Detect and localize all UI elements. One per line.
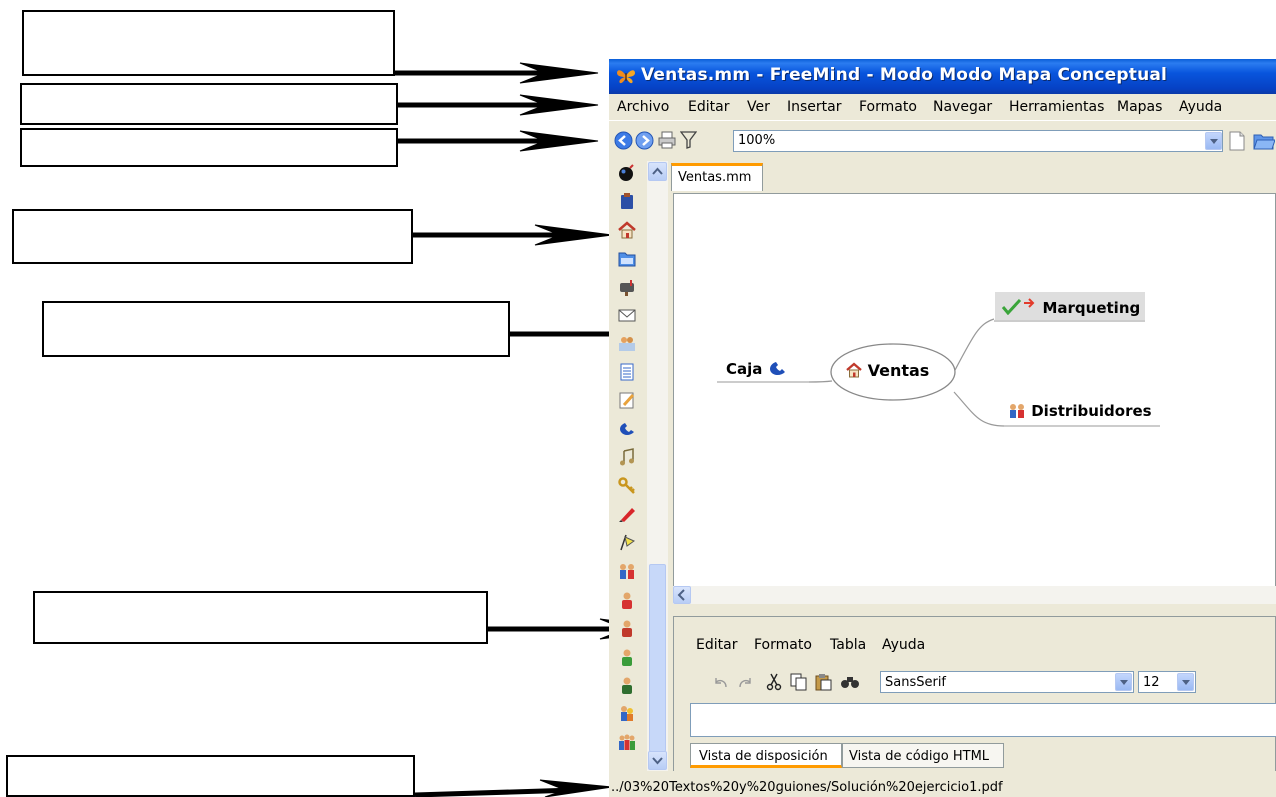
node-distribuidores[interactable]: Distribuidores (1008, 402, 1152, 420)
mailbox-icon[interactable] (618, 278, 636, 296)
zoom-input[interactable]: 100% (733, 130, 1223, 152)
menu-ayuda[interactable]: Ayuda (1179, 99, 1222, 115)
phone-icon (769, 362, 785, 375)
open-folder-icon[interactable] (1253, 131, 1275, 151)
bomb-icon[interactable] (618, 164, 636, 182)
window-title: Ventas.mm - FreeMind - Modo Modo Mapa Co… (641, 65, 1168, 85)
phone-icon[interactable] (618, 419, 636, 437)
menu-insertar[interactable]: Insertar (787, 99, 842, 115)
tab-vista-disposicion[interactable]: Vista de disposición (690, 743, 842, 768)
node-caja-label: Caja (726, 360, 763, 378)
checkmark-icon (1001, 298, 1022, 316)
paste-icon[interactable] (814, 673, 832, 691)
title-bar[interactable]: Ventas.mm - FreeMind - Modo Modo Mapa Co… (609, 59, 1276, 94)
chevron-down-icon (652, 757, 663, 765)
mindmap-edges (717, 318, 1160, 427)
root-node-label: Ventas (867, 361, 930, 380)
undo-icon[interactable] (712, 675, 730, 691)
key-icon[interactable] (618, 477, 636, 495)
woman-icon[interactable] (618, 591, 636, 609)
pencil-icon[interactable] (618, 391, 636, 409)
pen-icon[interactable] (618, 505, 636, 523)
freemind-window: Ventas.mm - FreeMind - Modo Modo Mapa Co… (609, 59, 1276, 797)
node-distribuidores-label: Distribuidores (1031, 402, 1152, 420)
copy-icon[interactable] (790, 673, 808, 691)
people-writing-icon[interactable] (618, 334, 636, 352)
menu-editar[interactable]: Editar (688, 99, 729, 115)
icon-toolbar (609, 161, 647, 771)
menu-herramientas[interactable]: Herramientas (1009, 99, 1104, 115)
envelope-icon[interactable] (618, 306, 636, 324)
clipboard-icon[interactable] (618, 192, 636, 210)
scroll-left-button[interactable] (673, 586, 691, 604)
notes-menu-formato[interactable]: Formato (754, 637, 812, 653)
tab-label: Ventas.mm (678, 170, 752, 185)
tab-vista-codigo-html[interactable]: Vista de código HTML (842, 743, 1004, 768)
zoom-dropdown-button[interactable] (1205, 132, 1222, 150)
forward-icon[interactable] (635, 131, 654, 150)
filter-icon[interactable] (680, 130, 697, 150)
status-text: ../03%20Textos%20y%20guiones/Solución%20… (611, 780, 1003, 795)
toolbar: 100% (609, 120, 1276, 161)
tab-vista-codigo-html-label: Vista de código HTML (849, 749, 990, 764)
man-red-icon[interactable] (618, 619, 636, 637)
notes-menu-tabla[interactable]: Tabla (830, 637, 866, 653)
chevron-up-icon (652, 167, 663, 175)
music-icon[interactable] (618, 448, 636, 466)
font-size-select[interactable]: 12 (1138, 671, 1196, 693)
group-icon[interactable] (618, 733, 636, 751)
notes-editor: Editar Formato Tabla Ayuda SansSerif 12 … (673, 616, 1276, 771)
tab-vista-disposicion-label: Vista de disposición (699, 749, 828, 764)
menu-ver[interactable]: Ver (747, 99, 770, 115)
cut-icon[interactable] (766, 673, 782, 691)
redo-icon[interactable] (736, 675, 754, 691)
font-family-value: SansSerif (885, 675, 947, 690)
scroll-thumb[interactable] (649, 564, 666, 752)
back-icon[interactable] (614, 131, 633, 150)
man-green-icon[interactable] (618, 648, 636, 666)
home-icon (846, 362, 862, 378)
menu-archivo[interactable]: Archivo (617, 99, 669, 115)
folder-icon[interactable] (618, 250, 636, 268)
font-size-dropdown-button[interactable] (1177, 673, 1194, 691)
family-icon (1010, 404, 1024, 418)
node-marqueting-label: Marqueting (1042, 299, 1141, 317)
menu-mapas[interactable]: Mapas (1117, 99, 1162, 115)
font-size-value: 12 (1143, 675, 1160, 690)
node-caja[interactable]: Caja (726, 359, 788, 378)
map-tab-bar: Ventas.mm (669, 161, 1276, 191)
mindmap-canvas[interactable]: Ventas Marqueting Distribuidores Caja (673, 193, 1276, 587)
zoom-value: 100% (738, 133, 776, 148)
home-icon[interactable] (618, 221, 636, 239)
font-family-select[interactable]: SansSerif (880, 671, 1134, 693)
find-icon[interactable] (840, 674, 860, 690)
menu-bar: Archivo Editar Ver Insertar Formato Nave… (609, 94, 1276, 120)
scroll-up-button[interactable] (648, 162, 667, 181)
notes-menu-ayuda[interactable]: Ayuda (882, 637, 925, 653)
canvas-horizontal-scrollbar[interactable] (673, 586, 1276, 604)
menu-navegar[interactable]: Navegar (933, 99, 992, 115)
icon-toolbar-scrollbar[interactable] (647, 161, 668, 771)
print-icon[interactable] (657, 130, 677, 150)
node-marqueting[interactable]: Marqueting (1001, 297, 1140, 317)
root-node[interactable]: Ventas (846, 361, 929, 380)
couple-icon[interactable] (618, 704, 636, 722)
list-icon[interactable] (618, 363, 636, 381)
status-bar: ../03%20Textos%20y%20guiones/Solución%20… (609, 774, 1276, 797)
man-dark-icon[interactable] (618, 676, 636, 694)
scroll-down-button[interactable] (648, 751, 667, 770)
flag-icon[interactable] (618, 533, 636, 551)
chevron-left-icon (677, 589, 685, 601)
arrow-right-icon (1024, 298, 1035, 308)
butterfly-icon (617, 70, 635, 84)
notes-text-area[interactable] (690, 703, 1276, 737)
new-document-icon[interactable] (1229, 131, 1245, 151)
menu-formato[interactable]: Formato (859, 99, 917, 115)
family-icon[interactable] (618, 562, 636, 580)
tab-ventas[interactable]: Ventas.mm (671, 163, 763, 191)
notes-menu-editar[interactable]: Editar (696, 637, 737, 653)
font-family-dropdown-button[interactable] (1115, 673, 1132, 691)
